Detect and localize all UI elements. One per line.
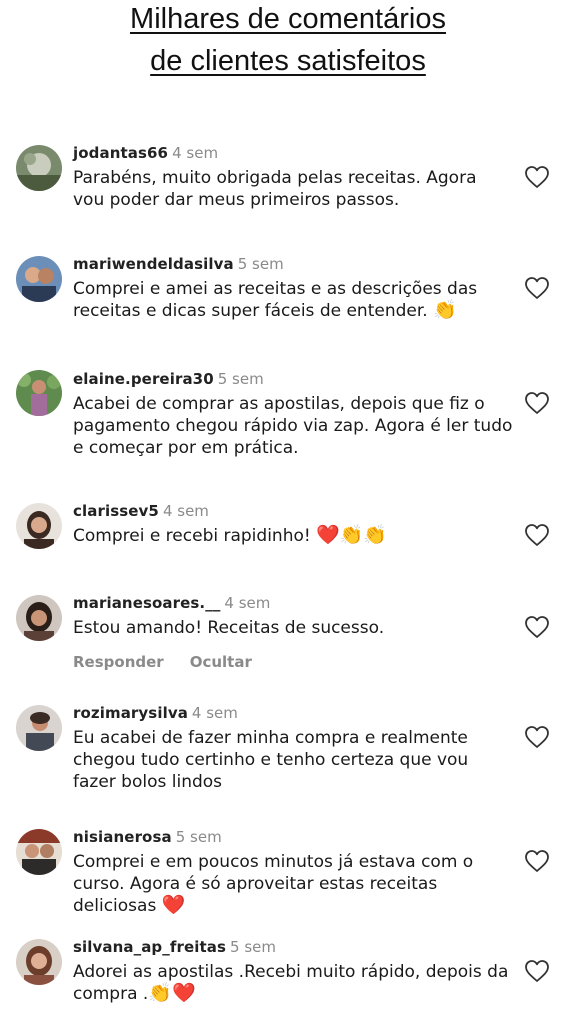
comment-actions: Responder Ocultar <box>73 653 513 671</box>
heart-outline-icon[interactable] <box>524 959 550 983</box>
heart-outline-icon[interactable] <box>524 276 550 300</box>
avatar[interactable] <box>16 503 62 549</box>
heart-outline-icon[interactable] <box>524 615 550 639</box>
reply-button[interactable]: Responder <box>73 653 164 671</box>
heart-outline-icon[interactable] <box>524 849 550 873</box>
comment-time: 4 sem <box>162 502 209 520</box>
avatar[interactable] <box>16 256 62 302</box>
comment-username[interactable]: mariwendeldasilva <box>73 255 234 273</box>
comment-time: 5 sem <box>237 255 284 273</box>
comment-username[interactable]: elaine.pereira30 <box>73 370 214 388</box>
comment-time: 4 sem <box>224 594 271 612</box>
avatar[interactable] <box>16 595 62 641</box>
comment-time: 4 sem <box>191 704 238 722</box>
page-title: Milhares de comentários de clientes sati… <box>0 0 576 82</box>
heart-outline-icon[interactable] <box>524 523 550 547</box>
comment-username[interactable]: marianesoares.__ <box>73 594 220 612</box>
comment-text: Comprei e recebi rapidinho! <box>73 526 311 546</box>
comment-username[interactable]: nisianerosa <box>73 828 172 846</box>
title-line-1: Milhares de comentários <box>130 3 446 35</box>
comment-time: 5 sem <box>230 938 276 956</box>
comment-time: 5 sem <box>217 370 264 388</box>
comment-time: 4 sem <box>172 144 219 162</box>
comment-username[interactable]: jodantas66 <box>73 144 168 162</box>
comment-text: Comprei e amei as receitas e as descriçõ… <box>73 279 478 321</box>
reaction-emojis: ❤️👏👏 <box>316 524 388 546</box>
comment-text: Parabéns, muito obrigada pelas receitas.… <box>73 168 477 210</box>
comment-text: Comprei e em poucos minutos já estava co… <box>73 852 474 916</box>
heart-emoji: ❤️ <box>161 894 186 916</box>
avatar[interactable] <box>16 939 62 985</box>
comment-text: Acabei de comprar as apostilas, depois q… <box>73 394 513 458</box>
avatar[interactable] <box>16 829 62 875</box>
reaction-emojis: 👏❤️ <box>148 982 196 1004</box>
comment-time: 5 sem <box>175 828 222 846</box>
comment-text: Eu acabei de fazer minha compra e realme… <box>73 728 469 792</box>
title-line-2: de clientes satisfeitos <box>150 45 426 77</box>
heart-outline-icon[interactable] <box>524 725 550 749</box>
comment-username[interactable]: silvana_ap_freitas <box>73 938 226 956</box>
avatar[interactable] <box>16 145 62 191</box>
avatar[interactable] <box>16 370 62 416</box>
clap-emoji: 👏 <box>433 299 457 321</box>
hide-button[interactable]: Ocultar <box>190 653 252 671</box>
comment-text: Adorei as apostilas .Recebi muito rápido… <box>73 962 509 1004</box>
avatar[interactable] <box>16 705 62 751</box>
comment-text: Estou amando! Receitas de sucesso. <box>73 618 385 638</box>
comment-username[interactable]: rozimarysilva <box>73 704 188 722</box>
comment-username[interactable]: clarissev5 <box>73 502 159 520</box>
heart-outline-icon[interactable] <box>524 391 550 415</box>
heart-outline-icon[interactable] <box>524 165 550 189</box>
